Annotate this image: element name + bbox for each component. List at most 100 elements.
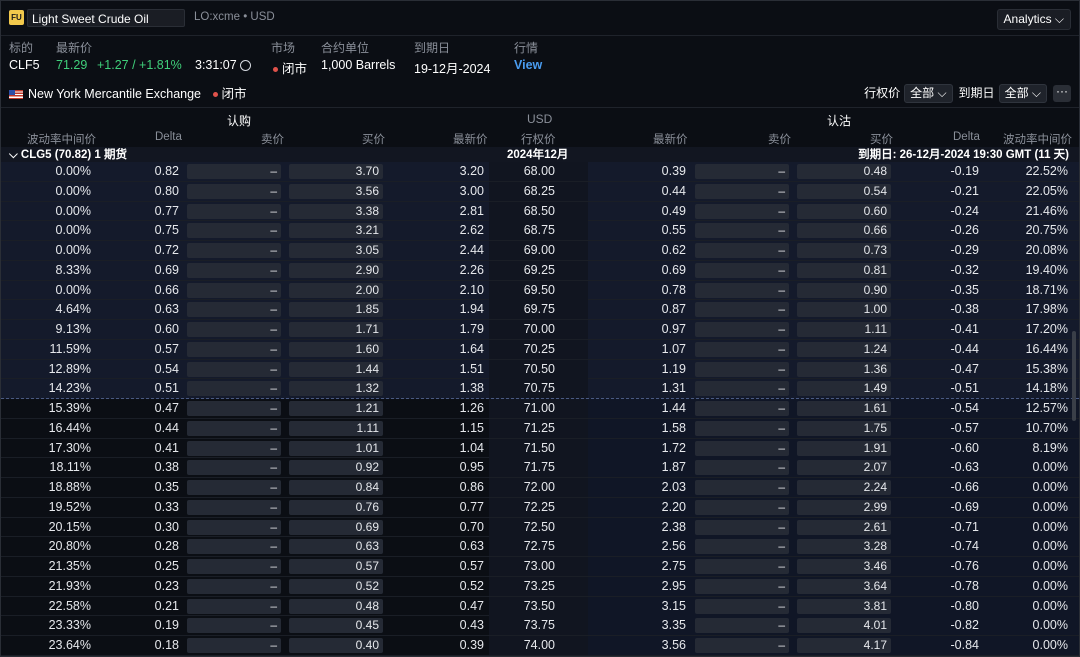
symbol-search-input[interactable]: Light Sweet Crude Oil — [27, 9, 185, 27]
put-bid-button[interactable]: – — [695, 499, 789, 515]
put-ask-button[interactable]: 1.36 — [797, 361, 891, 377]
col-call-delta[interactable]: Delta — [155, 131, 182, 143]
table-row[interactable]: 20.80% 0.28–0.63 0.63 72.75 2.56–3.28 -0.74 0.… — [1, 537, 1079, 557]
call-bid-button[interactable]: – — [187, 282, 281, 298]
put-ask-button[interactable]: 2.24 — [797, 480, 891, 495]
put-ask-button[interactable]: 3.46 — [797, 559, 891, 574]
call-ask-button[interactable]: 0.84 — [289, 480, 383, 495]
table-row[interactable]: 16.44% 0.44–1.11 1.15 71.25 1.58–1.75 -0.57 10… — [1, 418, 1079, 439]
call-bid-button[interactable]: – — [187, 499, 281, 515]
call-ask-button[interactable]: 0.63 — [289, 539, 383, 555]
table-row[interactable]: 0.00% 0.82–3.70 3.20 68.00 0.39–0.48 -0.19 22.… — [1, 162, 1079, 182]
call-bid-button[interactable]: – — [187, 223, 281, 239]
put-bid-button[interactable]: – — [695, 381, 789, 397]
put-bid-button[interactable]: – — [695, 539, 789, 555]
put-bid-button[interactable]: – — [695, 618, 789, 634]
put-bid-button[interactable]: – — [695, 598, 789, 614]
put-ask-button[interactable]: 4.17 — [797, 638, 891, 653]
call-ask-button[interactable]: 2.90 — [289, 262, 383, 278]
call-bid-button[interactable]: – — [187, 420, 281, 436]
table-row[interactable]: 18.88% 0.35–0.84 0.86 72.00 2.03–2.24 -0.66 0.… — [1, 478, 1079, 498]
put-bid-button[interactable]: – — [695, 519, 789, 535]
put-ask-button[interactable]: 3.64 — [797, 578, 891, 594]
call-bid-button[interactable]: – — [187, 440, 281, 456]
table-row[interactable]: 0.00% 0.77–3.38 2.81 68.50 0.49–0.60 -0.24 21.… — [1, 201, 1079, 222]
call-bid-button[interactable]: – — [187, 618, 281, 634]
put-ask-button[interactable]: 0.90 — [797, 282, 891, 298]
put-bid-button[interactable]: – — [695, 243, 789, 258]
table-row[interactable]: 19.52% 0.33–0.76 0.77 72.25 2.20–2.99 -0.69 0.… — [1, 497, 1079, 518]
call-ask-button[interactable]: 0.92 — [289, 460, 383, 476]
call-bid-button[interactable]: – — [187, 341, 281, 357]
col-put-ask[interactable]: 买价 — [870, 131, 893, 147]
call-bid-button[interactable]: – — [187, 460, 281, 476]
put-ask-button[interactable]: 3.28 — [797, 539, 891, 555]
call-ask-button[interactable]: 0.57 — [289, 559, 383, 574]
put-ask-button[interactable]: 1.24 — [797, 341, 891, 357]
put-ask-button[interactable]: 1.75 — [797, 420, 891, 436]
table-row[interactable]: 21.35% 0.25–0.57 0.57 73.00 2.75–3.46 -0.76 0.… — [1, 557, 1079, 577]
call-ask-button[interactable]: 1.32 — [289, 381, 383, 397]
call-bid-button[interactable]: – — [187, 164, 281, 179]
table-row[interactable]: 0.00% 0.75–3.21 2.62 68.75 0.55–0.66 -0.26 20.… — [1, 221, 1079, 241]
put-ask-button[interactable]: 2.99 — [797, 499, 891, 515]
col-put-iv[interactable]: 波动率中间价 — [1003, 131, 1072, 147]
table-row[interactable]: 21.93% 0.23–0.52 0.52 73.25 2.95–3.64 -0.78 0.… — [1, 576, 1079, 597]
call-bid-button[interactable]: – — [187, 322, 281, 337]
table-row[interactable]: 17.30% 0.41–1.01 1.04 71.50 1.72–1.91 -0.60 8.… — [1, 438, 1079, 459]
put-bid-button[interactable]: – — [695, 203, 789, 219]
put-bid-button[interactable]: – — [695, 223, 789, 239]
strike-filter-select[interactable]: 全部 ⌵ — [904, 84, 953, 103]
put-ask-button[interactable]: 4.01 — [797, 618, 891, 634]
call-ask-button[interactable]: 0.69 — [289, 519, 383, 535]
put-bid-button[interactable]: – — [695, 559, 789, 574]
call-ask-button[interactable]: 3.21 — [289, 223, 383, 239]
put-ask-button[interactable]: 0.66 — [797, 223, 891, 239]
put-bid-button[interactable]: – — [695, 183, 789, 199]
call-bid-button[interactable]: – — [187, 243, 281, 258]
put-ask-button[interactable]: 1.49 — [797, 381, 891, 397]
table-row[interactable]: 23.33% 0.19–0.45 0.43 73.75 3.35–4.01 -0.82 0.… — [1, 616, 1079, 636]
call-bid-button[interactable]: – — [187, 480, 281, 495]
table-row[interactable]: 9.13% 0.60–1.71 1.79 70.00 0.97–1.11 -0.41 17.… — [1, 320, 1079, 340]
put-ask-button[interactable]: 1.11 — [797, 322, 891, 337]
put-bid-button[interactable]: – — [695, 361, 789, 377]
put-bid-button[interactable]: – — [695, 322, 789, 337]
call-ask-button[interactable]: 1.71 — [289, 322, 383, 337]
put-ask-button[interactable]: 1.91 — [797, 440, 891, 456]
col-call-bid[interactable]: 卖价 — [261, 131, 284, 147]
put-ask-button[interactable]: 3.81 — [797, 598, 891, 614]
table-row[interactable]: 15.39% 0.47–1.21 1.26 71.00 1.44–1.61 -0.54 12… — [1, 399, 1079, 419]
put-ask-button[interactable]: 0.48 — [797, 164, 891, 179]
put-ask-button[interactable]: 1.00 — [797, 302, 891, 318]
call-ask-button[interactable]: 3.05 — [289, 243, 383, 258]
col-put-bid[interactable]: 卖价 — [768, 131, 791, 147]
put-ask-button[interactable]: 0.54 — [797, 183, 891, 199]
call-bid-button[interactable]: – — [187, 559, 281, 574]
call-ask-button[interactable]: 0.52 — [289, 578, 383, 594]
put-bid-button[interactable]: – — [695, 480, 789, 495]
call-bid-button[interactable]: – — [187, 381, 281, 397]
put-bid-button[interactable]: – — [695, 460, 789, 476]
put-ask-button[interactable]: 2.61 — [797, 519, 891, 535]
call-bid-button[interactable]: – — [187, 598, 281, 614]
col-put-delta[interactable]: Delta — [953, 131, 980, 143]
put-bid-button[interactable]: – — [695, 164, 789, 179]
table-row[interactable]: 8.33% 0.69–2.90 2.26 69.25 0.69–0.81 -0.32 19.… — [1, 260, 1079, 281]
table-row[interactable]: 0.00% 0.80–3.56 3.00 68.25 0.44–0.54 -0.21 22.… — [1, 181, 1079, 202]
table-row[interactable]: 11.59% 0.57–1.60 1.64 70.25 1.07–1.24 -0.44 16… — [1, 339, 1079, 360]
call-ask-button[interactable]: 1.01 — [289, 440, 383, 456]
put-bid-button[interactable]: – — [695, 420, 789, 436]
table-row[interactable]: 23.64% 0.18–0.40 0.39 74.00 3.56–4.17 -0.84 0.… — [1, 636, 1079, 656]
call-bid-button[interactable]: – — [187, 262, 281, 278]
col-call-iv[interactable]: 波动率中间价 — [27, 131, 96, 147]
quote-view-link[interactable]: View — [514, 58, 542, 72]
call-bid-button[interactable]: – — [187, 361, 281, 377]
expiry-filter-select[interactable]: 全部 ⌵ — [998, 84, 1047, 103]
call-bid-button[interactable]: – — [187, 519, 281, 535]
table-row[interactable]: 18.11% 0.38–0.92 0.95 71.75 1.87–2.07 -0.63 0.… — [1, 458, 1079, 478]
put-bid-button[interactable]: – — [695, 401, 789, 416]
table-row[interactable]: 4.64% 0.63–1.85 1.94 69.75 0.87–1.00 -0.38 17.… — [1, 300, 1079, 320]
table-scrollbar[interactable] — [1072, 331, 1076, 421]
call-ask-button[interactable]: 3.38 — [289, 203, 383, 219]
